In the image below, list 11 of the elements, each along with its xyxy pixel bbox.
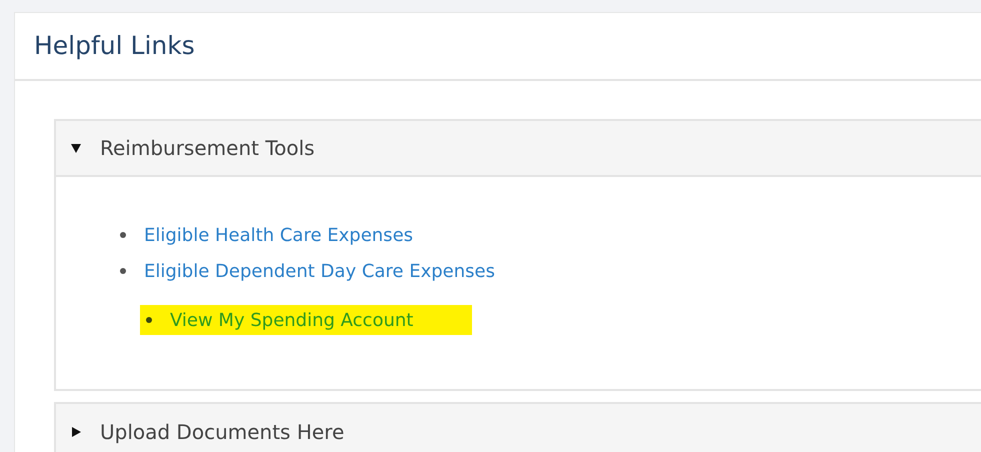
caret-icon[interactable] [70,142,82,154]
link[interactable]: Eligible Health Care Expenses [144,222,414,248]
bullet-icon [146,317,152,323]
bullet-icon [120,232,126,238]
caret-icon[interactable] [70,426,82,438]
link[interactable]: View My Spending Account [170,306,414,334]
link[interactable]: Eligible Dependent Day Care Expenses [144,258,495,284]
panel-title[interactable]: Upload Documents Here [100,417,344,447]
panel-title[interactable]: Reimbursement Tools [100,133,315,163]
bullet-icon [120,268,126,274]
card-title: Helpful Links [34,30,195,62]
